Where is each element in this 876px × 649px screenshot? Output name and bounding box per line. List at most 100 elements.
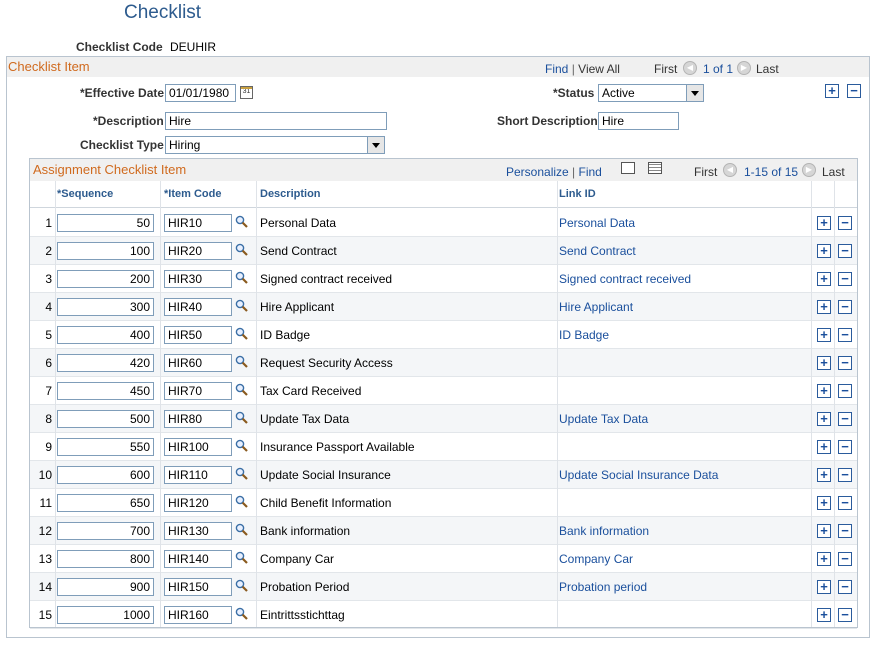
link-id[interactable]: Company Car [559,552,633,566]
delete-row-button[interactable]: − [838,328,852,342]
add-row-button[interactable]: + [817,356,831,370]
delete-row-button[interactable]: − [838,384,852,398]
view-all-link[interactable]: View All [578,62,620,76]
add-row-button[interactable]: + [825,84,839,98]
delete-row-button[interactable]: − [847,84,861,98]
delete-row-button[interactable]: − [838,300,852,314]
sequence-input[interactable]: 900 [57,578,154,596]
zoom-grid-icon[interactable] [621,162,635,174]
status-select[interactable]: Active [598,84,704,102]
magnifier-icon[interactable] [235,551,248,564]
checklist-type-select[interactable]: Hiring [165,136,385,154]
add-row-button[interactable]: + [817,608,831,622]
short-description-input[interactable]: Hire [598,112,679,130]
col-sequence[interactable]: *Sequence [57,188,113,200]
add-row-button[interactable]: + [817,328,831,342]
sequence-input[interactable]: 420 [57,354,154,372]
sequence-input[interactable]: 550 [57,438,154,456]
link-id[interactable]: Bank information [559,524,649,538]
link-id[interactable]: Hire Applicant [559,300,633,314]
item-code-input[interactable]: HIR10 [164,214,232,232]
magnifier-icon[interactable] [235,383,248,396]
item-code-input[interactable]: HIR60 [164,354,232,372]
arrow-left-icon[interactable]: ◀ [683,60,697,75]
delete-row-button[interactable]: − [838,244,852,258]
item-code-input[interactable]: HIR120 [164,494,232,512]
add-row-button[interactable]: + [817,244,831,258]
sequence-input[interactable]: 450 [57,382,154,400]
add-row-button[interactable]: + [817,468,831,482]
personalize-link[interactable]: Personalize [506,165,569,179]
delete-row-button[interactable]: − [838,580,852,594]
link-id[interactable]: Personal Data [559,216,635,230]
delete-row-button[interactable]: − [838,608,852,622]
arrow-right-icon[interactable]: ▶ [737,60,751,75]
add-row-button[interactable]: + [817,552,831,566]
add-row-button[interactable]: + [817,412,831,426]
sequence-input[interactable]: 500 [57,410,154,428]
grid-find-link[interactable]: Find [579,165,602,179]
delete-row-button[interactable]: − [838,440,852,454]
sequence-input[interactable]: 400 [57,326,154,344]
sequence-input[interactable]: 300 [57,298,154,316]
item-code-input[interactable]: HIR50 [164,326,232,344]
last-label[interactable]: Last [756,62,779,76]
effective-date-input[interactable]: 01/01/1980 [165,84,236,102]
magnifier-icon[interactable] [235,467,248,480]
magnifier-icon[interactable] [235,327,248,340]
item-code-input[interactable]: HIR80 [164,410,232,428]
delete-row-button[interactable]: − [838,524,852,538]
arrow-left-icon[interactable]: ◀ [723,162,737,177]
add-row-button[interactable]: + [817,272,831,286]
download-grid-icon[interactable] [648,162,662,174]
magnifier-icon[interactable] [235,411,248,424]
magnifier-icon[interactable] [235,299,248,312]
sequence-input[interactable]: 50 [57,214,154,232]
delete-row-button[interactable]: − [838,468,852,482]
first-label[interactable]: First [654,62,677,76]
sequence-input[interactable]: 700 [57,522,154,540]
col-item-code[interactable]: *Item Code [164,188,221,200]
add-row-button[interactable]: + [817,216,831,230]
magnifier-icon[interactable] [235,271,248,284]
sequence-input[interactable]: 600 [57,466,154,484]
calendar-icon[interactable]: 31 [240,86,253,99]
sequence-input[interactable]: 800 [57,550,154,568]
delete-row-button[interactable]: − [838,216,852,230]
item-code-input[interactable]: HIR140 [164,550,232,568]
item-code-input[interactable]: HIR20 [164,242,232,260]
arrow-right-icon[interactable]: ▶ [802,162,816,177]
link-id[interactable]: Update Tax Data [559,412,648,426]
magnifier-icon[interactable] [235,243,248,256]
sequence-input[interactable]: 200 [57,270,154,288]
item-code-input[interactable]: HIR110 [164,466,232,484]
magnifier-icon[interactable] [235,607,248,620]
add-row-button[interactable]: + [817,524,831,538]
delete-row-button[interactable]: − [838,496,852,510]
sequence-input[interactable]: 1000 [57,606,154,624]
link-id[interactable]: Probation period [559,580,647,594]
item-code-input[interactable]: HIR100 [164,438,232,456]
link-id[interactable]: ID Badge [559,328,609,342]
delete-row-button[interactable]: − [838,356,852,370]
grid-first-label[interactable]: First [694,165,717,179]
add-row-button[interactable]: + [817,496,831,510]
magnifier-icon[interactable] [235,495,248,508]
description-input[interactable]: Hire [165,112,387,130]
magnifier-icon[interactable] [235,215,248,228]
item-code-input[interactable]: HIR40 [164,298,232,316]
sequence-input[interactable]: 650 [57,494,154,512]
add-row-button[interactable]: + [817,440,831,454]
link-id[interactable]: Signed contract received [559,272,691,286]
link-id[interactable]: Update Social Insurance Data [559,468,718,482]
grid-last-label[interactable]: Last [822,165,845,179]
magnifier-icon[interactable] [235,579,248,592]
item-code-input[interactable]: HIR130 [164,522,232,540]
sequence-input[interactable]: 100 [57,242,154,260]
item-code-input[interactable]: HIR70 [164,382,232,400]
col-link-id[interactable]: Link ID [559,188,596,200]
add-row-button[interactable]: + [817,384,831,398]
delete-row-button[interactable]: − [838,552,852,566]
delete-row-button[interactable]: − [838,412,852,426]
item-code-input[interactable]: HIR30 [164,270,232,288]
